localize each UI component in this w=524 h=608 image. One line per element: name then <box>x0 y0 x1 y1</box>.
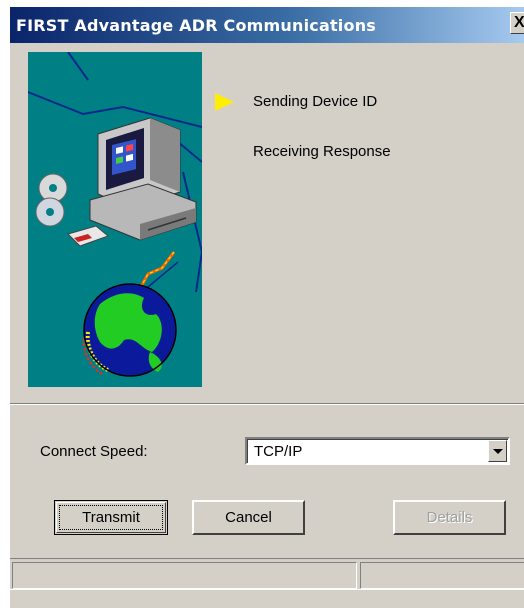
step-label: Receiving Response <box>253 143 391 160</box>
chevron-down-icon[interactable] <box>488 440 507 462</box>
computer-globe-icon <box>28 52 202 387</box>
details-button[interactable]: Details <box>393 500 506 535</box>
title-bar[interactable]: FIRST Advantage ADR Communications X <box>10 7 524 43</box>
yellow-arrow-icon <box>215 93 234 111</box>
connect-speed-dropdown[interactable]: TCP/IP <box>245 437 510 465</box>
window-title: FIRST Advantage ADR Communications <box>16 16 377 35</box>
status-pane-secondary <box>360 562 524 589</box>
cancel-button[interactable]: Cancel <box>192 500 305 535</box>
window-bottom-edge <box>10 589 524 608</box>
connect-speed-label: Connect Speed: <box>40 443 148 460</box>
step-label: Sending Device ID <box>253 93 378 110</box>
dialog-window: FIRST Advantage ADR Communications X Sen… <box>9 6 524 608</box>
transmit-button[interactable]: Transmit <box>54 500 168 535</box>
status-pane-main <box>12 562 357 589</box>
close-button[interactable]: X <box>510 12 524 34</box>
status-bar <box>10 558 524 591</box>
transmit-label: Transmit <box>59 505 163 530</box>
connect-speed-value: TCP/IP <box>254 443 303 460</box>
communication-illustration <box>28 52 202 387</box>
divider <box>10 403 524 405</box>
